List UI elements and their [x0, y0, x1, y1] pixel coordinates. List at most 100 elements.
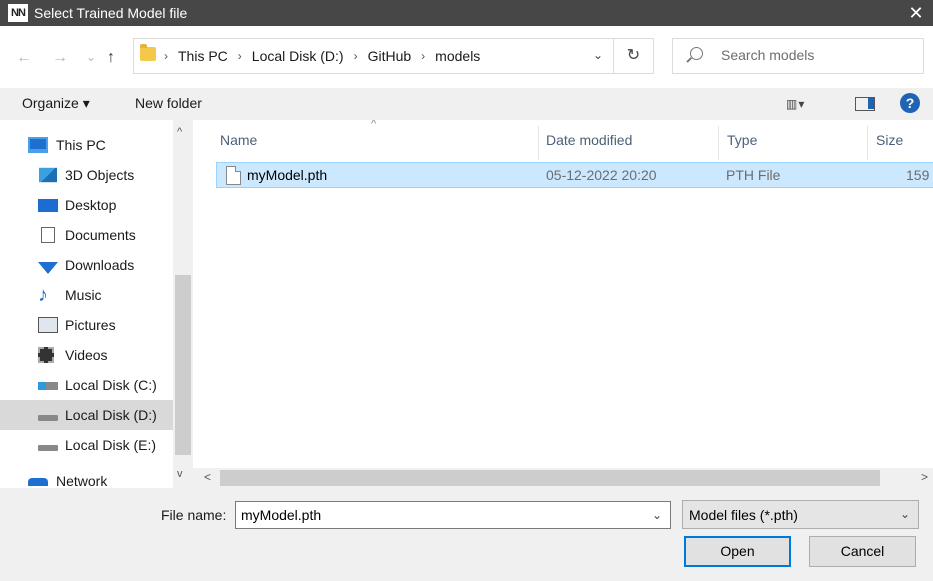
file-size: 159 [906, 167, 930, 183]
sidebar-item-3d-objects[interactable]: 3D Objects [0, 160, 173, 190]
recent-locations-chevron-icon[interactable]: ⌄ [86, 48, 96, 66]
column-header-size[interactable]: Size [876, 120, 903, 160]
column-divider[interactable] [718, 126, 719, 160]
sidebar-item-label: Local Disk (C:) [65, 377, 157, 393]
3d-objects-icon [39, 167, 57, 183]
sidebar-item-label: Music [65, 287, 102, 303]
column-header-type[interactable]: Type [727, 120, 757, 160]
drive-icon [38, 415, 58, 421]
drive-icon [38, 445, 58, 451]
sidebar-item-label: Videos [65, 347, 108, 363]
column-header-name[interactable]: Name [220, 120, 257, 160]
breadcrumb-separator-icon[interactable]: › [164, 49, 168, 63]
sidebar-item-local-disk-d[interactable]: Local Disk (D:) [0, 400, 173, 430]
file-name-input[interactable] [241, 507, 641, 523]
search-box[interactable] [672, 38, 924, 74]
file-type-value: Model files (*.pth) [689, 507, 798, 523]
address-row: ← → ⌄ ↑ › This PC › Local Disk (D:) › Gi… [0, 26, 933, 88]
change-view-icon[interactable]: ▥▾ [786, 97, 805, 111]
file-type-dropdown-chevron-icon[interactable]: ⌄ [900, 507, 910, 521]
back-arrow-icon[interactable]: ← [16, 49, 32, 67]
sidebar-item-label: 3D Objects [65, 167, 135, 183]
forward-arrow-icon[interactable]: → [52, 49, 68, 67]
breadcrumb-separator-icon[interactable]: › [421, 49, 425, 63]
file-list: Name ^ Date modified Type Size myModel.p… [193, 120, 933, 468]
pictures-icon [38, 317, 58, 333]
file-icon [226, 166, 241, 185]
sidebar-item-label: Downloads [65, 257, 135, 273]
sidebar-item-videos[interactable]: Videos [0, 340, 173, 370]
preview-pane-icon[interactable] [855, 97, 875, 111]
sort-ascending-icon: ^ [371, 120, 377, 130]
music-icon: ♪ [38, 284, 48, 306]
breadcrumb: › This PC › Local Disk (D:) › GitHub › m… [162, 48, 480, 64]
breadcrumb-separator-icon[interactable]: › [354, 49, 358, 63]
horizontal-scrollbar[interactable]: < > [193, 468, 933, 488]
videos-icon [38, 347, 54, 363]
sidebar-item-pictures[interactable]: Pictures [0, 310, 173, 340]
sidebar-item-label: Local Disk (E:) [65, 437, 157, 453]
scroll-up-icon[interactable]: ^ [177, 126, 182, 138]
breadcrumb-this-pc[interactable]: This PC [178, 48, 228, 64]
sidebar-item-local-disk-e[interactable]: Local Disk (E:) [0, 430, 173, 460]
sidebar-item-local-disk-c[interactable]: Local Disk (C:) [0, 370, 173, 400]
search-icon [690, 47, 703, 60]
sidebar-item-documents[interactable]: Documents [0, 220, 173, 250]
downloads-icon [38, 262, 58, 274]
sidebar-item-label: Network [56, 473, 108, 488]
column-header-date-modified[interactable]: Date modified [546, 120, 632, 160]
navigation-tree: This PC 3D Objects Desktop Documents Dow… [0, 130, 173, 488]
scrollbar-thumb[interactable] [220, 470, 880, 486]
documents-icon [41, 227, 55, 243]
organize-menu-button[interactable]: Organize ▾ [22, 95, 90, 112]
up-arrow-icon[interactable]: ↑ [107, 49, 115, 67]
file-type: PTH File [726, 167, 781, 183]
open-button[interactable]: Open [684, 536, 791, 567]
help-icon[interactable]: ? [900, 93, 920, 113]
sidebar-item-label: This PC [56, 137, 106, 153]
column-divider[interactable] [867, 126, 868, 160]
sidebar-item-label: Desktop [65, 197, 117, 213]
title-bar: NN Select Trained Model file ✕ [0, 0, 933, 26]
sidebar-item-desktop[interactable]: Desktop [0, 190, 173, 220]
file-name: myModel.pth [247, 167, 328, 183]
sidebar-item-network[interactable]: Network [0, 466, 173, 488]
scroll-down-icon[interactable]: v [177, 468, 183, 480]
sidebar-item-music[interactable]: ♪ Music [0, 280, 173, 310]
network-icon [28, 478, 48, 486]
navigation-scrollbar[interactable]: ^ v [173, 120, 193, 488]
sidebar-item-downloads[interactable]: Downloads [0, 250, 173, 280]
command-bar: Organize ▾ New folder ▥▾ ? [0, 88, 933, 120]
app-icon: NN [8, 4, 28, 22]
refresh-button[interactable]: ↻ [614, 38, 654, 74]
breadcrumb-github[interactable]: GitHub [368, 48, 412, 64]
sidebar-item-label: Local Disk (D:) [65, 407, 157, 423]
search-input[interactable] [721, 47, 911, 63]
column-divider[interactable] [538, 126, 539, 160]
file-name-dropdown-chevron-icon[interactable]: ⌄ [652, 508, 662, 522]
breadcrumb-models[interactable]: models [435, 48, 480, 64]
drive-icon [38, 382, 58, 390]
file-type-select[interactable]: Model files (*.pth) ⌄ [682, 500, 919, 529]
address-dropdown-chevron-icon[interactable]: ⌄ [593, 48, 603, 62]
sidebar-item-this-pc[interactable]: This PC [0, 130, 173, 160]
dialog-footer: File name: ⌄ Model files (*.pth) ⌄ Open … [0, 488, 933, 581]
breadcrumb-local-disk-d[interactable]: Local Disk (D:) [252, 48, 344, 64]
scroll-left-icon[interactable]: < [204, 470, 211, 484]
cancel-button[interactable]: Cancel [809, 536, 916, 567]
navigation-pane: This PC 3D Objects Desktop Documents Dow… [0, 120, 193, 488]
file-row[interactable]: myModel.pth 05-12-2022 20:20 PTH File 15… [216, 162, 933, 188]
file-date-modified: 05-12-2022 20:20 [546, 167, 657, 183]
file-name-label: File name: [161, 507, 227, 523]
sidebar-item-label: Pictures [65, 317, 116, 333]
sidebar-item-label: Documents [65, 227, 136, 243]
file-name-combobox[interactable]: ⌄ [235, 501, 671, 529]
close-button[interactable]: ✕ [899, 0, 933, 26]
breadcrumb-separator-icon[interactable]: › [238, 49, 242, 63]
address-bar[interactable]: › This PC › Local Disk (D:) › GitHub › m… [133, 38, 614, 74]
new-folder-button[interactable]: New folder [135, 95, 202, 111]
scroll-right-icon[interactable]: > [921, 470, 928, 484]
scrollbar-thumb[interactable] [175, 275, 191, 455]
folder-icon [140, 44, 156, 61]
window-title: Select Trained Model file [34, 5, 188, 21]
